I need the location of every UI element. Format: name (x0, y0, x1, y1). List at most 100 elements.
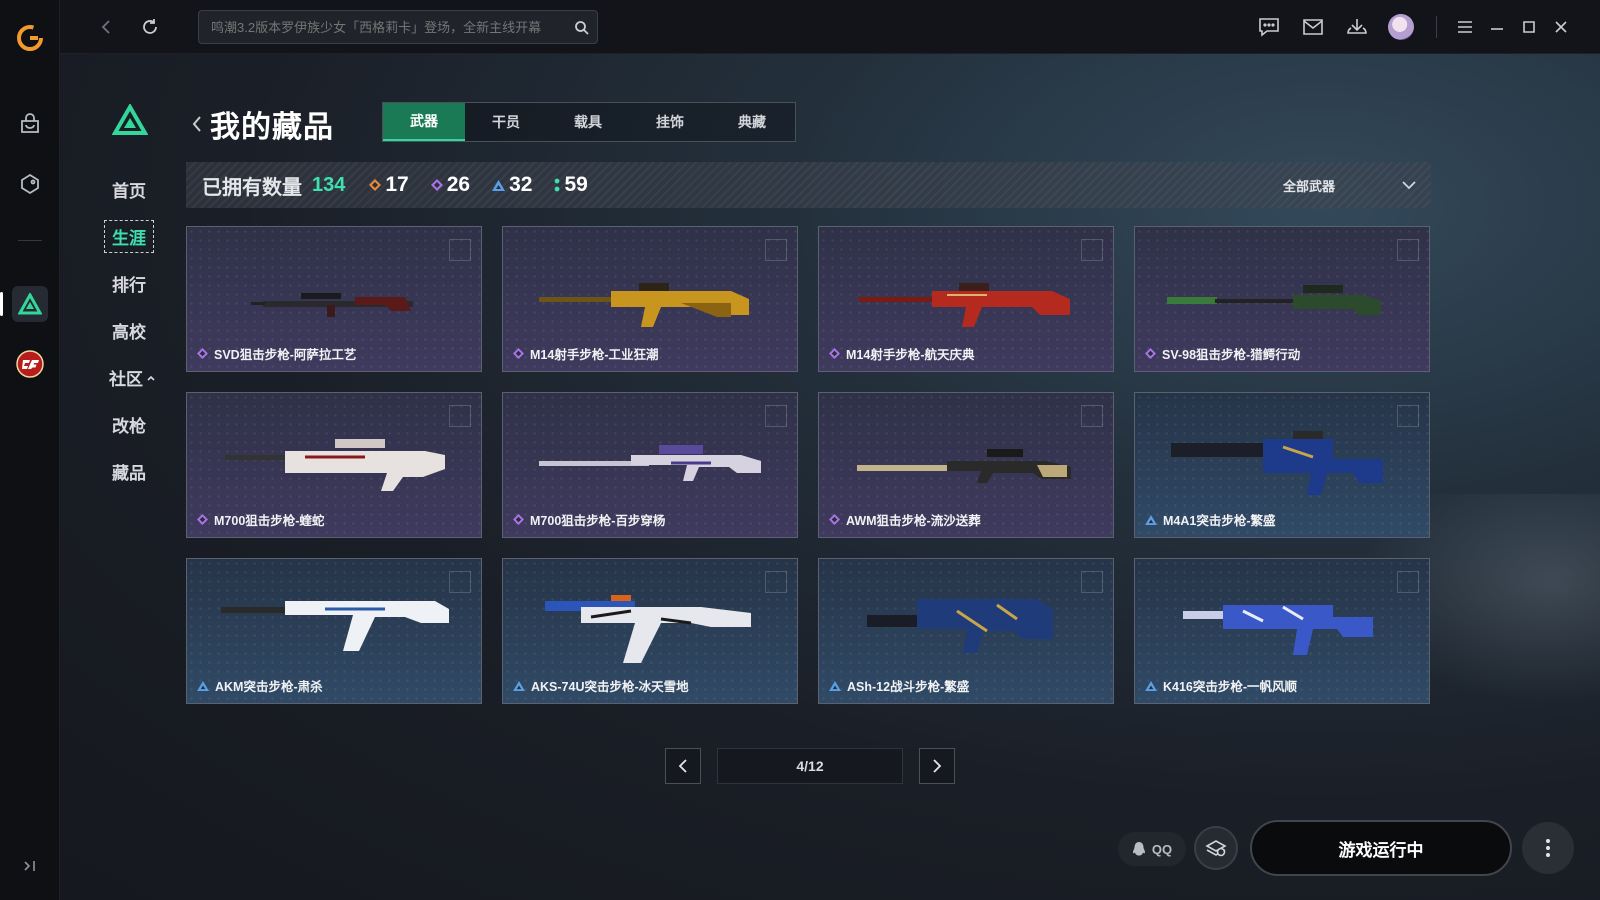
weapon-card[interactable]: SV-98狙击步枪-猎鳄行动 (1134, 226, 1430, 372)
bag-icon[interactable] (12, 106, 48, 142)
qq-label: QQ (1151, 841, 1173, 857)
tag-icon[interactable] (12, 166, 48, 202)
game-running-button[interactable]: 游戏运行中 (1250, 820, 1512, 876)
crossfire-icon[interactable] (12, 346, 48, 382)
weapon-card[interactable]: ASh-12战斗步枪-繁盛 (818, 558, 1114, 704)
green-rarity-icon (555, 178, 560, 192)
more-vertical-icon (1546, 839, 1550, 857)
search-bar[interactable] (198, 10, 598, 44)
nav-item-label: 首页 (112, 182, 146, 201)
accelerator-button[interactable] (1194, 826, 1238, 870)
rifle-image (1171, 431, 1383, 495)
weapon-name-text: M14射手步枪-工业狂潮 (530, 348, 659, 362)
gold-count: 17 (385, 173, 409, 196)
weapon-name: M700狙击步枪-蝰蛇 (197, 510, 324, 529)
weapon-card[interactable]: M700狙击步枪-蝰蛇 (186, 392, 482, 538)
weapon-name: AKS-74U突击步枪-冰天雪地 (513, 676, 689, 695)
rifle-image (225, 439, 445, 491)
weapon-name: M700狙击步枪-百步穿杨 (513, 510, 665, 529)
download-icon[interactable] (1344, 14, 1370, 40)
weapon-name: AKM突击步枪-肃杀 (197, 676, 323, 695)
delta-force-icon[interactable] (12, 286, 48, 322)
purple-rarity-icon (829, 348, 840, 359)
mail-icon[interactable] (1300, 14, 1326, 40)
qq-login-button[interactable]: QQ (1118, 832, 1186, 866)
back-icon[interactable] (94, 15, 118, 39)
blue-rarity-icon (829, 680, 841, 691)
purple-count: 26 (446, 173, 471, 196)
pagination: 4/12 (665, 748, 955, 784)
purple-rarity-icon (197, 348, 208, 359)
next-page-button[interactable] (919, 748, 955, 784)
search-icon[interactable] (574, 20, 589, 35)
rifle-image (867, 599, 1053, 653)
weapon-card[interactable]: M14射手步枪-航天庆典 (818, 226, 1114, 372)
weapon-name: M14射手步枪-工业狂潮 (513, 344, 658, 363)
tab-vehicles[interactable]: 载具 (547, 103, 629, 141)
rifle-image (251, 293, 413, 317)
tab-collectibles[interactable]: 典藏 (711, 103, 793, 141)
purple-rarity-icon (430, 179, 443, 191)
blue-rarity-icon (492, 179, 506, 191)
nav-item-collection[interactable]: 藏品 (100, 448, 158, 495)
chevron-right-icon (933, 759, 942, 773)
owned-total: 134 (312, 173, 346, 196)
tab-operators[interactable]: 干员 (465, 103, 547, 141)
chevron-up-icon (147, 375, 155, 381)
weapon-card[interactable]: AKM突击步枪-肃杀 (186, 558, 482, 704)
nav-item-career[interactable]: 生涯 (100, 213, 158, 260)
refresh-icon[interactable] (138, 15, 162, 39)
weapon-card[interactable]: M14射手步枪-工业狂潮 (502, 226, 798, 372)
weapon-card[interactable]: AWM狙击步枪-流沙送葬 (818, 392, 1114, 538)
blue-rarity-icon (197, 680, 209, 691)
weapon-name-text: AKS-74U突击步枪-冰天雪地 (531, 680, 689, 694)
purple-rarity-icon (513, 348, 524, 359)
maximize-icon[interactable] (1516, 14, 1542, 40)
menu-icon[interactable] (1452, 14, 1478, 40)
blue-rarity-icon (1145, 514, 1157, 525)
accelerator-icon (1205, 840, 1227, 857)
weapon-card[interactable]: SVD狙击步枪-阿萨拉工艺 (186, 226, 482, 372)
nav-item-ranking[interactable]: 排行 (100, 260, 158, 307)
weapon-card[interactable]: M4A1突击步枪-繁盛 (1134, 392, 1430, 538)
qq-penguin-icon (1132, 842, 1145, 856)
weapon-name-text: M700狙击步枪-百步穿杨 (530, 514, 666, 528)
search-input[interactable] (211, 19, 574, 35)
collapse-icon[interactable] (12, 848, 48, 884)
weapon-card[interactable]: K416突击步枪-一帆风顺 (1134, 558, 1430, 704)
weapon-card[interactable]: AKS-74U突击步枪-冰天雪地 (502, 558, 798, 704)
app-logo-icon[interactable] (12, 20, 48, 56)
back-chevron-icon[interactable] (190, 114, 204, 134)
nav-item-campus[interactable]: 高校 (100, 307, 158, 354)
collection-stats: 已拥有数量 134 17 26 32 59 全部武器 (186, 162, 1431, 208)
prev-page-button[interactable] (665, 748, 701, 784)
rifle-image (545, 595, 751, 663)
delta-force-logo-icon (112, 104, 148, 136)
weapon-name-text: ASh-12战斗步枪-繁盛 (847, 680, 970, 694)
page-indicator: 4/12 (717, 748, 903, 784)
chat-icon[interactable] (1256, 14, 1282, 40)
top-bar (60, 0, 1600, 54)
rail-divider (18, 240, 42, 241)
user-avatar[interactable] (1388, 14, 1414, 40)
nav-item-label: 排行 (112, 276, 146, 295)
nav-item-home[interactable]: 首页 (100, 166, 158, 213)
rifle-image (857, 449, 1071, 483)
weapon-name-text: M4A1突击步枪-繁盛 (1163, 514, 1276, 528)
close-icon[interactable] (1548, 14, 1574, 40)
category-tabs: 武器 干员 载具 挂饰 典藏 (382, 102, 796, 142)
rifle-image (1183, 605, 1373, 655)
more-options-button[interactable] (1522, 822, 1574, 874)
page-header: 我的藏品 (190, 102, 334, 146)
weapon-name-text: M700狙击步枪-蝰蛇 (214, 514, 325, 528)
tab-weapons[interactable]: 武器 (383, 103, 465, 141)
minimize-icon[interactable] (1484, 14, 1510, 40)
green-count: 59 (564, 173, 588, 196)
purple-rarity-icon (1145, 348, 1156, 359)
tab-charms[interactable]: 挂饰 (629, 103, 711, 141)
nav-item-gunsmith[interactable]: 改枪 (100, 401, 158, 448)
active-indicator (0, 292, 3, 316)
nav-item-community[interactable]: 社区 (100, 354, 158, 401)
weapon-filter-dropdown[interactable]: 全部武器 (1271, 162, 1431, 208)
weapon-card[interactable]: M700狙击步枪-百步穿杨 (502, 392, 798, 538)
